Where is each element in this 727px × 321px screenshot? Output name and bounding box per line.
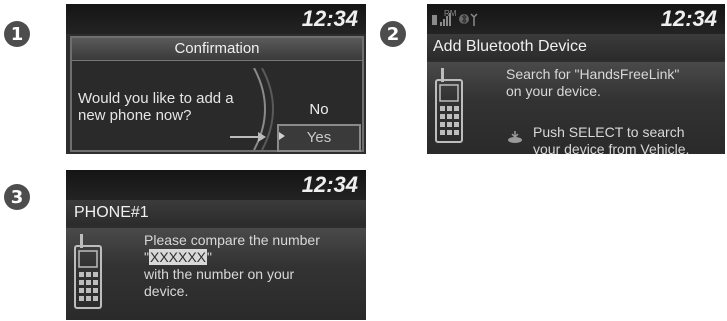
clock: 12:34	[301, 172, 358, 197]
compare-line-1: Please compare the number	[144, 232, 320, 248]
roaming-icon: RM	[444, 9, 457, 18]
dialog-title: Confirmation	[72, 38, 362, 61]
message-line-2: new phone now?	[78, 107, 192, 124]
clock: 12:34	[301, 6, 358, 31]
antenna-icon	[470, 13, 478, 26]
screen-title: PHONE#1	[66, 200, 366, 226]
search-instruction: Search for "HandsFreeLink" on your devic…	[506, 66, 679, 100]
screen-body: Search for "HandsFreeLink" on your devic…	[427, 62, 725, 154]
message-line-1: Would you like to add a	[78, 90, 234, 107]
status-bar: 12:34	[66, 4, 366, 34]
compare-line-3: with the number on your	[144, 266, 295, 282]
step-2-badge: 2	[380, 21, 406, 47]
compare-message: Please compare the number "XXXXXX" with …	[144, 232, 320, 300]
push-instruction: Push SELECT to search your device from V…	[533, 124, 689, 154]
search-line-1: Search for "HandsFreeLink"	[506, 66, 680, 82]
push-line-1: Push SELECT to search	[533, 124, 685, 140]
phone-icon	[435, 68, 463, 143]
push-line-2: your device from Vehicle.	[533, 141, 690, 154]
screen-title: Add Bluetooth Device	[427, 34, 725, 60]
status-bar: RM 12:34	[427, 4, 725, 34]
bluetooth-icon	[459, 13, 469, 25]
yes-option[interactable]: Yes	[277, 124, 361, 152]
step-1-badge: 1	[4, 21, 30, 47]
confirmation-screen: 12:34 Confirmation Would you like to add…	[66, 4, 366, 154]
battery-icon	[432, 15, 437, 25]
search-line-2: on your device.	[506, 83, 601, 99]
add-bluetooth-screen: RM 12:34 Add Bluetooth Device Search for…	[427, 4, 725, 154]
arrow-head-icon	[258, 132, 266, 142]
selection-marker-icon	[279, 132, 285, 140]
phone-compare-screen: 12:34 PHONE#1 Please compare the number …	[66, 170, 366, 320]
step-3-badge: 3	[4, 184, 30, 210]
status-bar: 12:34	[66, 170, 366, 200]
dialog-message: Would you like to add a new phone now?	[78, 90, 234, 124]
clock: 12:34	[660, 6, 717, 31]
phone-icon	[74, 234, 102, 309]
compare-line-2: "XXXXXX"	[144, 249, 320, 266]
screen-body: Please compare the number "XXXXXX" with …	[66, 228, 366, 320]
passkey-code: XXXXXX	[148, 249, 208, 265]
no-option[interactable]: No	[284, 101, 354, 118]
quote-close: "	[207, 249, 212, 265]
select-knob-icon	[508, 131, 522, 143]
confirmation-dialog: Confirmation Would you like to add a new…	[70, 36, 364, 152]
compare-line-4: device.	[144, 283, 189, 299]
status-icons: RM	[432, 9, 478, 26]
arrow-icon	[230, 136, 260, 138]
